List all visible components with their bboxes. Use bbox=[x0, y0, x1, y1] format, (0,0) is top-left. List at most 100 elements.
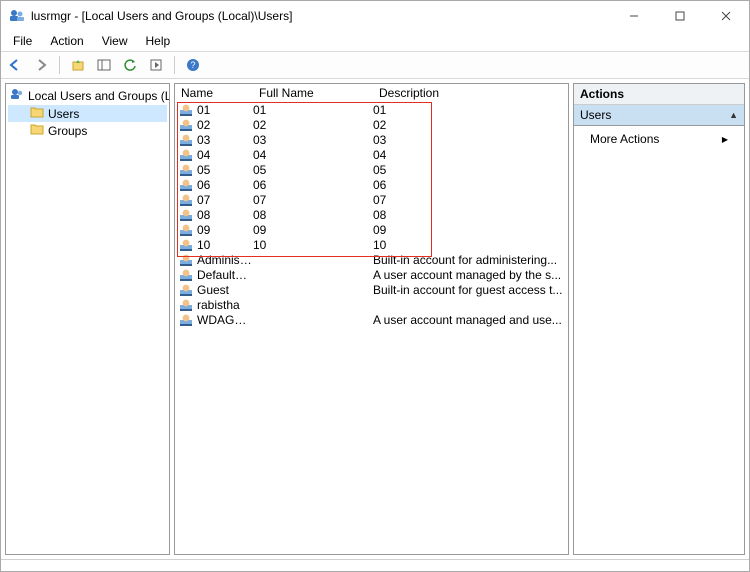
user-icon bbox=[179, 283, 193, 297]
minimize-button[interactable] bbox=[611, 1, 657, 31]
user-icon bbox=[179, 133, 193, 147]
cell-fullname: 04 bbox=[253, 148, 373, 162]
cell-fullname: 02 bbox=[253, 118, 373, 132]
table-row-user-administrator[interactable]: AdministratorBuilt-in account for admini… bbox=[175, 252, 568, 267]
cell-name: Guest bbox=[193, 283, 253, 297]
cell-description: 05 bbox=[373, 163, 568, 177]
table-row-user-rabistha[interactable]: rabistha bbox=[175, 297, 568, 312]
menu-view[interactable]: View bbox=[94, 32, 136, 50]
cell-name: 10 bbox=[193, 238, 253, 252]
cell-description: 04 bbox=[373, 148, 568, 162]
table-row-user-guest[interactable]: Guest Built-in account for guest access t… bbox=[175, 282, 568, 297]
user-icon bbox=[179, 223, 193, 237]
tree-node-users[interactable]: Users bbox=[8, 105, 167, 122]
actions-section-users[interactable]: Users ▲ bbox=[574, 105, 744, 126]
cell-fullname: 07 bbox=[253, 193, 373, 207]
user-icon bbox=[179, 253, 193, 267]
tree-users-label: Users bbox=[48, 107, 79, 121]
cell-name: DefaultAcco... bbox=[193, 268, 253, 282]
window-title: lusrmgr - [Local Users and Groups (Local… bbox=[31, 9, 292, 23]
status-bar bbox=[1, 559, 749, 571]
menu-file[interactable]: File bbox=[5, 32, 40, 50]
cell-description: 03 bbox=[373, 133, 568, 147]
table-row-user-02[interactable]: 020202 bbox=[175, 117, 568, 132]
title-bar-left: lusrmgr - [Local Users and Groups (Local… bbox=[9, 7, 292, 26]
column-header-name[interactable]: Name bbox=[175, 86, 253, 100]
user-icon bbox=[179, 178, 193, 192]
cell-name: 02 bbox=[193, 118, 253, 132]
menu-bar: File Action View Help bbox=[1, 31, 749, 51]
user-icon bbox=[179, 103, 193, 117]
user-icon bbox=[179, 313, 193, 327]
user-icon bbox=[179, 268, 193, 282]
toolbar: ? bbox=[1, 51, 749, 79]
user-icon bbox=[179, 208, 193, 222]
user-icon bbox=[179, 148, 193, 162]
table-row-user-05[interactable]: 050505 bbox=[175, 162, 568, 177]
cell-name: rabistha bbox=[193, 298, 253, 312]
tree-node-groups[interactable]: Groups bbox=[8, 122, 167, 139]
cell-name: 05 bbox=[193, 163, 253, 177]
actions-section-label: Users bbox=[580, 108, 611, 122]
menu-help[interactable]: Help bbox=[138, 32, 179, 50]
cell-description: A user account managed and use... bbox=[373, 313, 568, 327]
cell-description: 06 bbox=[373, 178, 568, 192]
cell-fullname: 03 bbox=[253, 133, 373, 147]
cell-name: 06 bbox=[193, 178, 253, 192]
cell-description: A user account managed by the s... bbox=[373, 268, 568, 282]
tree-root-node[interactable]: Local Users and Groups (Local) bbox=[8, 86, 167, 105]
up-button[interactable] bbox=[68, 55, 88, 75]
column-headers: Name Full Name Description bbox=[175, 84, 568, 102]
table-row-user-01[interactable]: 010101 bbox=[175, 102, 568, 117]
cell-name: 04 bbox=[193, 148, 253, 162]
help-button[interactable]: ? bbox=[183, 55, 203, 75]
title-bar: lusrmgr - [Local Users and Groups (Local… bbox=[1, 1, 749, 31]
refresh-button[interactable] bbox=[120, 55, 140, 75]
table-row-user-10[interactable]: 101010 bbox=[175, 237, 568, 252]
table-row-user-defaultacco[interactable]: DefaultAcco... A user account managed by … bbox=[175, 267, 568, 282]
cell-name: WDAGUtility... bbox=[193, 313, 253, 327]
close-button[interactable] bbox=[703, 1, 749, 31]
svg-text:?: ? bbox=[190, 60, 195, 70]
actions-more[interactable]: More Actions ▶ bbox=[574, 126, 744, 152]
cell-fullname: 10 bbox=[253, 238, 373, 252]
cell-name: 07 bbox=[193, 193, 253, 207]
maximize-button[interactable] bbox=[657, 1, 703, 31]
app-icon bbox=[9, 7, 25, 26]
table-row-user-06[interactable]: 060606 bbox=[175, 177, 568, 192]
cell-description: 07 bbox=[373, 193, 568, 207]
tree-pane: Local Users and Groups (Local) Users Gro… bbox=[5, 83, 170, 555]
toolbar-separator-2 bbox=[174, 56, 175, 74]
table-row-user-03[interactable]: 030303 bbox=[175, 132, 568, 147]
back-button[interactable] bbox=[5, 55, 25, 75]
main-window: lusrmgr - [Local Users and Groups (Local… bbox=[0, 0, 750, 572]
cell-fullname: 01 bbox=[253, 103, 373, 117]
client-area: Local Users and Groups (Local) Users Gro… bbox=[1, 79, 749, 559]
actions-pane: Actions Users ▲ More Actions ▶ bbox=[573, 83, 745, 555]
cell-fullname: 09 bbox=[253, 223, 373, 237]
table-row-user-07[interactable]: 070707 bbox=[175, 192, 568, 207]
menu-action[interactable]: Action bbox=[42, 32, 91, 50]
user-icon bbox=[179, 193, 193, 207]
column-header-fullname[interactable]: Full Name bbox=[253, 86, 373, 100]
table-row-user-09[interactable]: 090909 bbox=[175, 222, 568, 237]
cell-description: 09 bbox=[373, 223, 568, 237]
collapse-up-icon: ▲ bbox=[729, 110, 738, 120]
export-list-button[interactable] bbox=[146, 55, 166, 75]
column-header-description[interactable]: Description bbox=[373, 86, 568, 100]
table-row-user-08[interactable]: 080808 bbox=[175, 207, 568, 222]
toolbar-separator bbox=[59, 56, 60, 74]
forward-button[interactable] bbox=[31, 55, 51, 75]
cell-name: 08 bbox=[193, 208, 253, 222]
actions-header: Actions bbox=[574, 84, 744, 105]
table-row-user-04[interactable]: 040404 bbox=[175, 147, 568, 162]
show-hide-tree-button[interactable] bbox=[94, 55, 114, 75]
cell-description: Built-in account for guest access t... bbox=[373, 283, 568, 297]
cell-fullname: 06 bbox=[253, 178, 373, 192]
tree-groups-label: Groups bbox=[48, 124, 87, 138]
table-row-user-wdagutility[interactable]: WDAGUtility... A user account managed and… bbox=[175, 312, 568, 327]
window-controls bbox=[611, 1, 749, 31]
user-icon bbox=[179, 118, 193, 132]
chevron-right-icon: ▶ bbox=[722, 135, 728, 144]
cell-fullname: 05 bbox=[253, 163, 373, 177]
